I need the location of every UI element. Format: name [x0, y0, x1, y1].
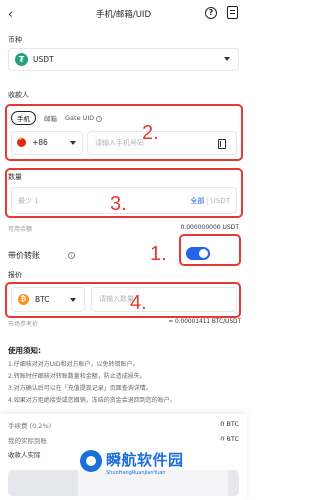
usdt-icon: ₮: [15, 53, 28, 66]
fee-value: 0 BTC: [220, 420, 239, 428]
received-label: 我的实际到账: [8, 437, 47, 445]
annotation-box-2: [5, 104, 243, 161]
annotation-box-1: [179, 234, 241, 266]
recipient-actual-label: 收款人实际: [8, 451, 41, 459]
watermark-title: 瞬航软件园: [106, 451, 184, 469]
fee-row: 手续费 (0.2%) 0 BTC: [8, 420, 239, 430]
note-line: 2.转账时仔细核对转账数量和金额，防止造成损失。: [8, 373, 146, 380]
watermark-logo-icon: [80, 450, 102, 472]
annotation-label-3: 3.: [110, 193, 127, 215]
rate-label: 市场参考价: [8, 321, 39, 328]
coin-select[interactable]: ₮ USDT: [8, 48, 239, 71]
notes-list: 1.仔细核对对方UID和对方账户，以免转错账户。 2.转账时仔细核对转账数量和金…: [8, 359, 240, 407]
available-value: 0.000000000 USDT: [180, 224, 239, 231]
chevron-down-icon: [224, 57, 230, 61]
annotation-box-4: [5, 282, 241, 318]
page-title: 手机/邮箱/UID: [95, 10, 151, 20]
paid-transfer-label: 带价转账: [8, 251, 40, 260]
fee-label: 手续费 (0.2%): [8, 422, 52, 430]
rate-value: ≈ 0.00001411 BTC/USDT: [168, 319, 241, 325]
coin-label: 币种: [8, 36, 22, 44]
note-line: 1.仔细核对对方UID和对方账户，以免转错账户。: [8, 361, 139, 368]
note-line: 3.对方确认后可以在「充值提现记录」页面查询详情。: [8, 385, 152, 392]
coin-name: USDT: [33, 55, 54, 64]
watermark: 瞬航软件园 ShunHangRuanJianYuan: [78, 440, 228, 500]
price-label: 报价: [8, 271, 22, 279]
annotation-label-4: 4.: [130, 292, 147, 314]
help-icon[interactable]: ?: [205, 7, 217, 19]
annotation-label-2: 2.: [142, 122, 159, 144]
back-arrow-icon[interactable]: ‹: [8, 7, 13, 21]
annotation-label-1: 1.: [150, 243, 167, 265]
notes-title: 使用须知:: [8, 346, 41, 355]
watermark-subtitle: ShunHangRuanJianYuan: [106, 470, 166, 476]
recipient-label: 收款人: [8, 91, 29, 99]
note-line: 4.如果对方拒绝接受或您撤销，冻结的资金会退回到您的账户。: [8, 397, 176, 404]
top-bar: ‹ 手机/邮箱/UID ?: [0, 0, 247, 28]
info-icon[interactable]: i: [68, 252, 75, 259]
records-icon[interactable]: [227, 6, 238, 19]
available-label: 可用余额: [8, 226, 33, 233]
